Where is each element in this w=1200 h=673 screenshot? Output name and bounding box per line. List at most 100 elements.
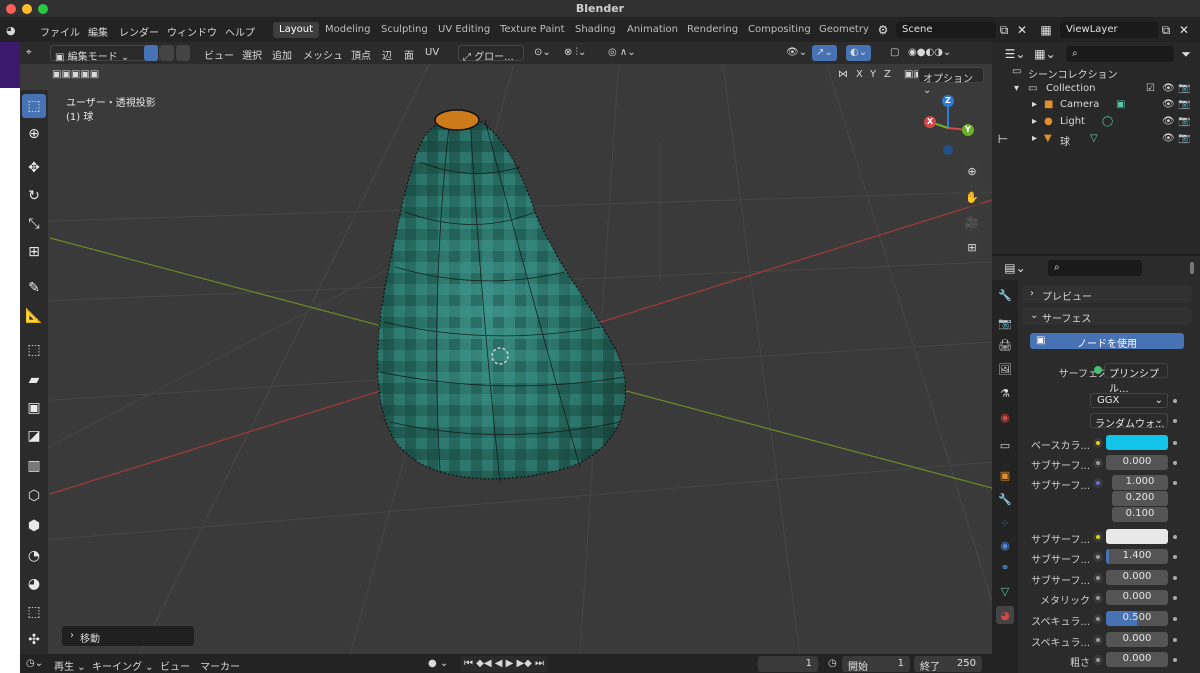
add-cube-icon[interactable]: ⬚ bbox=[22, 338, 46, 362]
outliner-item-light[interactable]: ▸ ● Light ◯ 👁 📷 bbox=[992, 116, 1200, 132]
options-dropdown[interactable]: オプション ⌄ bbox=[918, 67, 984, 96]
prop-value-field[interactable]: 1.000 bbox=[1112, 475, 1168, 490]
material-tab-icon[interactable]: ◕ bbox=[996, 606, 1014, 624]
mirror-icon[interactable]: ⋈ bbox=[834, 67, 852, 83]
smooth-icon[interactable]: ◕ bbox=[22, 572, 46, 596]
menu-file[interactable]: ファイル bbox=[40, 24, 80, 39]
proportional-edit-icon[interactable]: ◎ ∧⌄ bbox=[604, 45, 640, 61]
prop-value-field[interactable]: 0.200 bbox=[1112, 491, 1168, 506]
particles-tab-icon[interactable]: ⁘ bbox=[996, 514, 1014, 532]
last-operation-panel[interactable]: › 移動 bbox=[62, 626, 194, 646]
keyframe-dot[interactable] bbox=[1173, 419, 1177, 423]
expand-icon[interactable]: ▸ bbox=[1032, 116, 1037, 127]
clock-icon[interactable]: ◷ bbox=[824, 656, 841, 672]
prop-value-field[interactable]: 0.000 bbox=[1106, 652, 1168, 667]
tab-animation[interactable]: Animation bbox=[621, 22, 684, 38]
eye-icon[interactable]: 👁 bbox=[1162, 116, 1175, 127]
scene-tab-icon[interactable]: ⚗ bbox=[996, 384, 1014, 402]
expand-icon[interactable]: ▾ bbox=[1014, 83, 1019, 94]
menu-help[interactable]: ヘルプ bbox=[225, 24, 255, 39]
menu-edge[interactable]: 辺 bbox=[378, 45, 396, 62]
prop-value-field[interactable]: 0.000 bbox=[1106, 455, 1168, 470]
outliner-item-sphere[interactable]: ▸ ▼ 球 ▽ 👁 📷 bbox=[992, 133, 1200, 149]
view-layer-tab-icon[interactable]: 🖼 bbox=[996, 360, 1014, 378]
ortho-grid-icon[interactable]: ⊞ bbox=[961, 236, 983, 258]
socket-dot[interactable] bbox=[1093, 478, 1103, 488]
copy-scene-icon[interactable]: ⧉ bbox=[996, 22, 1012, 38]
expand-icon[interactable]: ▸ bbox=[1032, 133, 1037, 144]
socket-dot[interactable] bbox=[1093, 614, 1103, 624]
axis-y-toggle[interactable]: Y bbox=[866, 67, 880, 83]
distribution-dropdown[interactable]: GGX ⌄ bbox=[1090, 393, 1168, 408]
inset-icon[interactable]: ▣ bbox=[22, 396, 46, 420]
socket-dot[interactable] bbox=[1093, 438, 1103, 448]
transform-icon[interactable]: ⊞ bbox=[22, 240, 46, 264]
keyframe-dot[interactable] bbox=[1173, 596, 1177, 600]
playback-controls[interactable]: ⏮ ◆◀ ◀ ▶ ▶◆ ⏭ bbox=[460, 656, 549, 672]
socket-dot[interactable] bbox=[1093, 532, 1103, 542]
camera-render-icon[interactable]: 📷 bbox=[1178, 116, 1190, 127]
keyframe-dot[interactable] bbox=[1173, 399, 1177, 403]
visibility-icon[interactable]: 👁⌄ bbox=[782, 45, 811, 61]
menu-marker[interactable]: マーカー bbox=[196, 656, 244, 673]
gizmo-toggle-icon[interactable]: ↗⌄ bbox=[812, 45, 837, 61]
subsurface-color-swatch[interactable] bbox=[1106, 529, 1168, 544]
start-frame-field[interactable]: 開始 1 bbox=[842, 656, 910, 673]
pan-hand-icon[interactable]: ✋ bbox=[961, 186, 983, 208]
rotate-icon[interactable]: ↻ bbox=[22, 184, 46, 208]
socket-dot[interactable] bbox=[1093, 552, 1103, 562]
3d-viewport[interactable] bbox=[20, 42, 992, 654]
physics-tab-icon[interactable]: ◉ bbox=[996, 536, 1014, 554]
menu-keying[interactable]: キーイング ⌄ bbox=[88, 656, 158, 673]
gizmo-neg-z[interactable] bbox=[943, 145, 953, 155]
filter-icon[interactable]: ⏷ bbox=[1178, 46, 1194, 62]
extrude-icon[interactable]: ▰ bbox=[22, 368, 46, 392]
prop-value-field[interactable]: 0.100 bbox=[1112, 507, 1168, 522]
shrink-fatten-icon[interactable]: ✣ bbox=[22, 628, 46, 652]
prop-value-field[interactable]: 1.400 bbox=[1106, 549, 1168, 564]
outliner-scene-collection[interactable]: ▭ シーンコレクション bbox=[992, 66, 1200, 82]
object-tab-icon[interactable]: ▣ bbox=[996, 466, 1014, 484]
checkbox-icon[interactable]: ☑ bbox=[1146, 83, 1155, 94]
face-select-icon[interactable] bbox=[176, 45, 190, 61]
prop-value-field[interactable]: 0.000 bbox=[1106, 570, 1168, 585]
eye-icon[interactable]: 👁 bbox=[1162, 83, 1175, 94]
menu-vertex[interactable]: 頂点 bbox=[347, 45, 375, 62]
properties-search-input[interactable]: ⌕ bbox=[1048, 260, 1142, 276]
timeline-editor-icon[interactable]: ◷⌄ bbox=[22, 656, 47, 672]
shading-modes-icon[interactable]: ◉●◐◑⌄ bbox=[904, 45, 955, 61]
eye-icon[interactable]: 👁 bbox=[1162, 133, 1175, 144]
select-box-icon[interactable]: ⬚ bbox=[22, 94, 46, 118]
outliner-collection[interactable]: ▾ ▭ Collection ☑ 👁 📷 bbox=[992, 83, 1200, 99]
base-color-swatch[interactable] bbox=[1106, 435, 1168, 450]
xray-icon[interactable]: ▢ bbox=[886, 45, 903, 61]
menu-window[interactable]: ウィンドウ bbox=[167, 24, 217, 39]
blender-logo-icon[interactable]: ◕ bbox=[6, 24, 16, 37]
panel-preview[interactable]: › プレビュー bbox=[1022, 285, 1192, 303]
properties-scrollbar[interactable] bbox=[1190, 262, 1194, 274]
menu-uv[interactable]: UV bbox=[421, 45, 443, 61]
tab-modeling[interactable]: Modeling bbox=[319, 22, 377, 38]
camera-render-icon[interactable]: 📷 bbox=[1178, 99, 1190, 110]
annotate-icon[interactable]: ✎ bbox=[22, 276, 46, 300]
end-frame-field[interactable]: 終了 250 bbox=[914, 656, 982, 673]
keyframe-dot[interactable] bbox=[1173, 555, 1177, 559]
axis-x-toggle[interactable]: X bbox=[852, 67, 867, 83]
select-mode-icons[interactable]: ▣▣▣▣▣ bbox=[48, 67, 103, 83]
outliner-search-input[interactable]: ⌕ bbox=[1066, 46, 1174, 62]
surface-shader-dropdown[interactable]: プリンシプル... bbox=[1104, 363, 1168, 395]
socket-dot[interactable] bbox=[1093, 655, 1103, 665]
menu-render[interactable]: レンダー bbox=[119, 24, 159, 39]
outliner-item-camera[interactable]: ▸ ■ Camera ▣ 👁 📷 bbox=[992, 99, 1200, 115]
copy-view-layer-icon[interactable]: ⧉ bbox=[1158, 22, 1174, 38]
edge-select-icon[interactable] bbox=[160, 45, 174, 61]
expand-icon[interactable]: ▸ bbox=[1032, 99, 1037, 110]
pivot-icon[interactable]: ⊙⌄ bbox=[530, 45, 555, 61]
view-layer-field[interactable]: ViewLayer bbox=[1060, 22, 1158, 38]
menu-face[interactable]: 面 bbox=[400, 45, 418, 62]
menu-view[interactable]: ビュー bbox=[200, 45, 238, 62]
tool-tab-icon[interactable]: 🔧 bbox=[996, 286, 1014, 304]
collection-tab-icon[interactable]: ▭ bbox=[996, 436, 1014, 454]
loop-cut-icon[interactable]: ▥ bbox=[22, 454, 46, 478]
use-nodes-button[interactable]: ▣ ノードを使用 bbox=[1030, 333, 1184, 350]
